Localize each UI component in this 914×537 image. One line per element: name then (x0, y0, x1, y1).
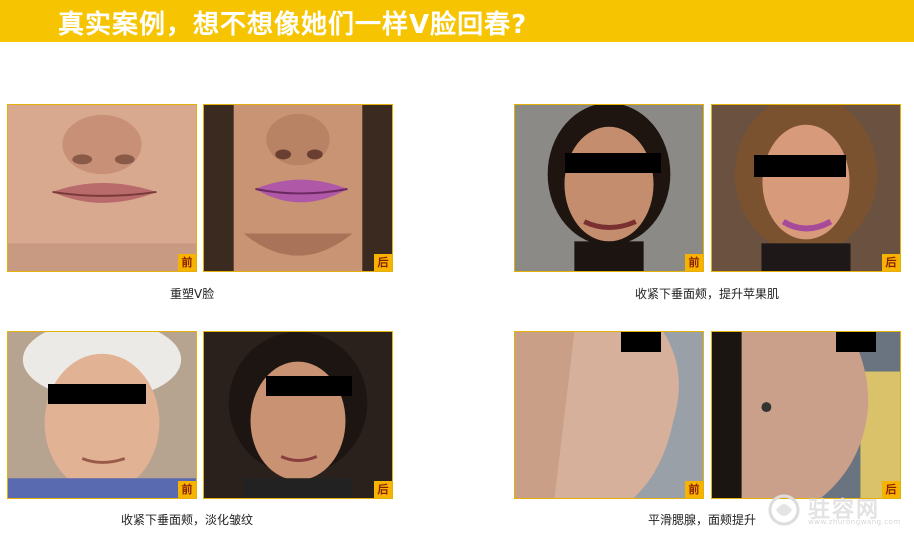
privacy-bar (565, 153, 661, 173)
before-tag: 前 (178, 254, 196, 271)
case-2-caption: 收紧下垂面颊，提升苹果肌 (635, 287, 780, 301)
case-2-before-photo: 前 (514, 104, 704, 272)
case-1-after-photo: 后 (203, 104, 393, 272)
after-tag: 后 (882, 254, 900, 271)
case-3-caption: 收紧下垂面颊，淡化皱纹 (121, 513, 254, 527)
watermark-emblem-icon (768, 494, 800, 526)
after-tag: 后 (374, 254, 392, 271)
before-tag: 前 (685, 254, 703, 271)
case-4-caption: 平滑腮腺，面颊提升 (648, 513, 757, 527)
case-1-before-photo: 前 (7, 104, 197, 272)
case-2-after-photo: 后 (711, 104, 901, 272)
case-4-after-photo: 后 (711, 331, 901, 499)
after-tag: 后 (374, 481, 392, 498)
header-banner: 真实案例，想不想像她们一样V脸回春? (0, 0, 914, 42)
case-3-after-photo: 后 (203, 331, 393, 499)
privacy-bar (754, 155, 846, 177)
case-4-before-photo: 前 (514, 331, 704, 499)
before-tag: 前 (685, 481, 703, 498)
watermark-logo: 驻容网 www.zhurongwang.com (764, 492, 914, 532)
before-tag: 前 (178, 481, 196, 498)
privacy-bar (621, 332, 661, 352)
privacy-bar (836, 332, 876, 352)
case-3-before-photo: 前 (7, 331, 197, 499)
privacy-bar (266, 376, 352, 396)
case-1-caption: 重塑V脸 (170, 287, 215, 301)
privacy-bar (48, 384, 146, 404)
watermark-url: www.zhurongwang.com (808, 518, 901, 526)
banner-title: 真实案例，想不想像她们一样V脸回春? (58, 10, 528, 40)
